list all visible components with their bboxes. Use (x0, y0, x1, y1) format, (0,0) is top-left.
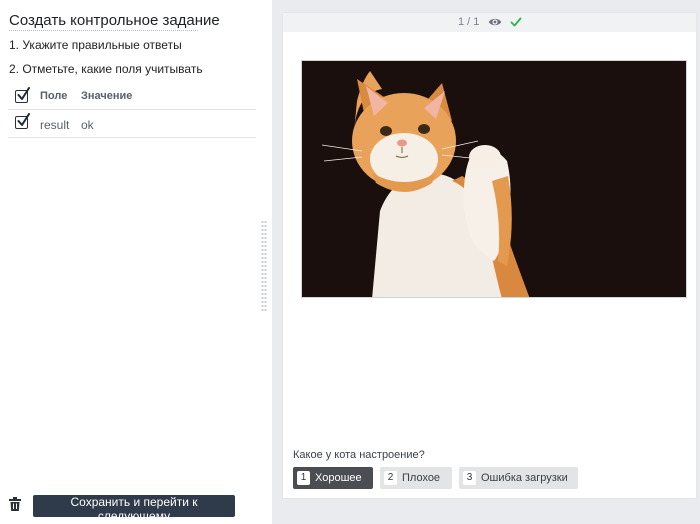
trash-icon[interactable] (9, 497, 21, 511)
card-header: 1 / 1 (283, 13, 696, 32)
checkbox-checked-icon (17, 87, 30, 100)
table-header-row: Поле Значение (8, 84, 256, 110)
row-checkbox[interactable] (15, 113, 30, 129)
fields-table: Поле Значение result ok (8, 84, 256, 138)
select-all-checkbox[interactable] (15, 87, 30, 103)
answer-good-button[interactable]: 1 Хорошее (293, 467, 373, 489)
left-panel: Создать контрольное задание 1. Укажите п… (0, 0, 272, 524)
task-preview-card: 1 / 1 Какое у кота настроение? 1 Хорошее… (283, 13, 696, 498)
panel-resize-handle[interactable] (261, 220, 267, 312)
task-counter: 1 / 1 (458, 16, 480, 28)
answer-label: Хорошее (315, 472, 362, 484)
answer-label: Ошибка загрузки (481, 472, 568, 484)
answer-bad-button[interactable]: 2 Плохое (380, 467, 452, 489)
question-text: Какое у кота настроение? (293, 449, 425, 461)
row-field-value: ok (81, 118, 94, 132)
answer-load-error-button[interactable]: 3 Ошибка загрузки (459, 467, 578, 489)
instruction-step-2: 2. Отметьте, какие поля учитывать (9, 62, 203, 76)
hotkey-badge: 2 (384, 471, 397, 485)
page-title: Создать контрольное задание (9, 12, 220, 29)
row-field-name: result (40, 118, 70, 132)
table-row: result ok (8, 110, 256, 138)
instruction-step-1: 1. Укажите правильные ответы (9, 38, 182, 52)
cat-photo (301, 60, 687, 298)
hotkey-badge: 1 (297, 471, 310, 485)
column-header-field: Поле (40, 90, 68, 102)
checkbox-checked-icon (17, 113, 30, 126)
save-and-next-button[interactable]: Сохранить и перейти к следующему (33, 495, 235, 523)
eye-icon[interactable] (488, 16, 502, 28)
answer-label: Плохое (402, 472, 441, 484)
check-icon (510, 17, 522, 27)
title-underline (9, 30, 198, 31)
hotkey-badge: 3 (463, 471, 476, 485)
column-header-value: Значение (81, 90, 133, 102)
